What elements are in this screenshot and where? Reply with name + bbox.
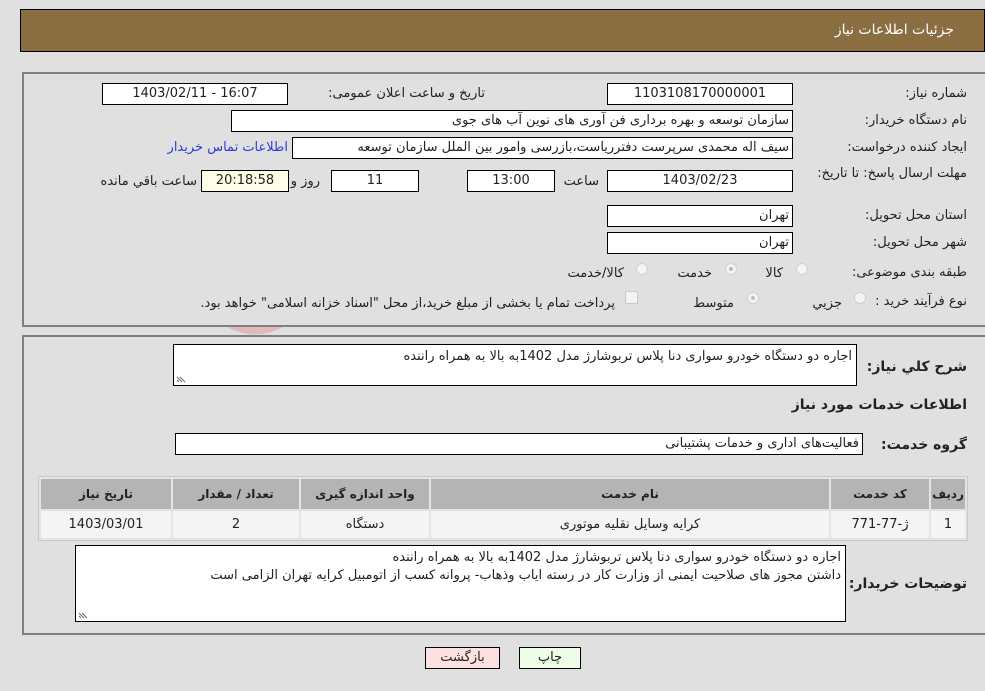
buyer-org-field[interactable]: سازمان توسعه و بهره برداری فن آوری های ن… [231,110,793,132]
province-label: استان محل تحویل: [865,208,967,223]
process-option-medium: متوسط [693,296,734,311]
time-remaining-label: ساعت باقي مانده [100,174,197,189]
days-remaining-field[interactable]: 11 [331,170,419,192]
category-option-goods: کالا [765,266,783,281]
category-label: طبقه بندی موضوعی: [851,265,967,280]
process-radio-minor[interactable] [854,292,866,304]
deadline-label: مهلت ارسال پاسخ: تا تاریخ: [817,166,967,181]
cell-unit: دستگاه [301,511,429,538]
category-radio-goods[interactable] [796,263,808,275]
category-option-service: خدمت [677,266,712,281]
announce-label: تاریخ و ساعت اعلان عمومی: [328,86,485,101]
service-group-label: گروه خدمت: [881,437,967,453]
city-label: شهر محل تحویل: [872,235,967,250]
need-number-field[interactable]: 1103108170000001 [607,83,793,105]
process-label: نوع فرآیند خرید : [875,294,967,309]
page-title: جزئیات اطلاعات نیاز [834,22,954,38]
back-button[interactable]: بازگشت [425,647,500,669]
treasury-note: پرداخت تمام یا بخشی از مبلغ خرید،از محل … [200,296,615,311]
col-row-number: ردیف [931,479,965,509]
buyer-contact-link[interactable]: اطلاعات تماس خریدار [168,140,288,155]
col-unit: واحد اندازه گیری [301,479,429,509]
col-need-date: تاریخ نیاز [41,479,171,509]
col-quantity: تعداد / مقدار [173,479,299,509]
summary-text: اجاره دو دستگاه خودرو سواری دنا پلاس ترب… [403,349,853,364]
buyer-notes-line-1: اجاره دو دستگاه خودرو سواری دنا پلاس ترب… [392,550,842,565]
time-remaining-field[interactable]: 20:18:58 [201,170,289,192]
buyer-org-label: نام دستگاه خریدار: [864,113,967,128]
province-field[interactable]: تهران [607,205,793,227]
cell-service-name: کرایه وسایل نقلیه موتوری [431,511,829,538]
deadline-time-field[interactable]: 13:00 [467,170,555,192]
city-field[interactable]: تهران [607,232,793,254]
category-option-goods-service: کالا/خدمت [567,266,624,281]
buyer-notes-textarea[interactable]: اجاره دو دستگاه خودرو سواری دنا پلاس ترب… [75,545,846,622]
treasury-checkbox[interactable] [625,291,638,304]
buyer-notes-line-2: داشتن مجوز های صلاحیت ایمنی از وزارت کار… [210,568,841,583]
cell-service-code: ژ-77-771 [831,511,929,538]
table-header-row: ردیف کد خدمت نام خدمت واحد اندازه گیری ت… [41,479,965,509]
process-option-minor: جزيي [812,296,842,311]
buyer-notes-label: توضیحات خریدار: [848,576,967,592]
announce-datetime-field[interactable]: 1403/02/11 - 16:07 [102,83,288,105]
cell-quantity: 2 [173,511,299,538]
services-table: ردیف کد خدمت نام خدمت واحد اندازه گیری ت… [38,476,968,541]
service-group-field[interactable]: فعالیت‌های اداری و خدمات پشتیبانی [175,433,863,455]
creator-field[interactable]: سیف اله محمدی سرپرست دفترریاست،بازرسی وا… [292,137,793,159]
cell-row-number: 1 [931,511,965,538]
category-radio-goods-service[interactable] [636,263,648,275]
summary-label: شرح كلي نياز: [866,359,967,375]
creator-label: ایجاد کننده درخواست: [847,140,967,155]
print-button[interactable]: چاپ [519,647,581,669]
deadline-time-label: ساعت [563,174,599,189]
col-service-code: کد خدمت [831,479,929,509]
summary-textarea[interactable]: اجاره دو دستگاه خودرو سواری دنا پلاس ترب… [173,344,857,386]
days-label: روز و [290,174,320,189]
services-section-title: اطلاعات خدمات مورد نياز [791,397,967,413]
page-header: جزئیات اطلاعات نیاز [20,9,985,52]
cell-need-date: 1403/03/01 [41,511,171,538]
process-radio-medium[interactable] [747,292,759,304]
deadline-date-field[interactable]: 1403/02/23 [607,170,793,192]
resize-grip-icon[interactable] [176,373,186,383]
col-service-name: نام خدمت [431,479,829,509]
table-row: 1 ژ-77-771 کرایه وسایل نقلیه موتوری دستگ… [41,511,965,538]
need-number-label: شماره نیاز: [905,86,967,101]
category-radio-service[interactable] [725,263,737,275]
resize-grip-icon[interactable] [78,609,88,619]
